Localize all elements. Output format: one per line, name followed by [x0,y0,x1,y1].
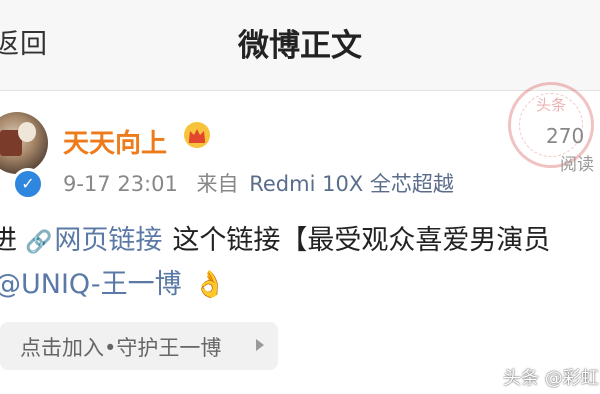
avatar-face [18,122,36,142]
watermark-text: 头条 @彩虹 [503,368,599,389]
page-title: 微博正文 [238,28,362,64]
post-text-line1: 进 🔗网页链接 这个链接【最受观众喜爱男演员 [0,218,550,257]
post-meta: 9-17 23:01 来自 Redmi 10X 全芯超越 [63,168,454,198]
link-icon: 🔗 [25,230,53,255]
reads-count: 270 [546,124,585,148]
post-text-rest: 这个链接【最受观众喜爱男演员 [172,225,551,256]
post-from-label: 来自 [196,172,239,196]
post-username[interactable]: 天天向上 [63,123,167,160]
web-link[interactable]: 网页链接 [54,225,162,256]
supertopic-label: 点击加入•守护王一博 [20,336,222,360]
weibo-post-page: 返回 微博正文 ✓ 天天向上 9-17 23:01 来自 Redmi 10X 全… [0,0,600,394]
chevron-right-icon [256,339,264,351]
supertopic-chip[interactable]: 点击加入•守护王一博 [0,322,278,370]
top-nav-bar: 返回 微博正文 [0,0,600,91]
stamp-text: 头条 [535,96,566,114]
post-text-lead: 进 [0,225,17,256]
vip-crown-icon [184,122,210,148]
avatar[interactable] [0,112,48,174]
verified-badge-icon: ✓ [12,168,44,200]
reads-label: 阅读 [560,155,594,175]
hand-icon: 👌 [193,270,227,300]
post-device[interactable]: Redmi 10X 全芯超越 [249,172,454,196]
post-text-line2: @UNIQ-王一博 👌 [0,262,226,301]
mention-link[interactable]: @UNIQ-王一博 [0,269,182,300]
post-time: 9-17 23:01 [63,172,178,196]
